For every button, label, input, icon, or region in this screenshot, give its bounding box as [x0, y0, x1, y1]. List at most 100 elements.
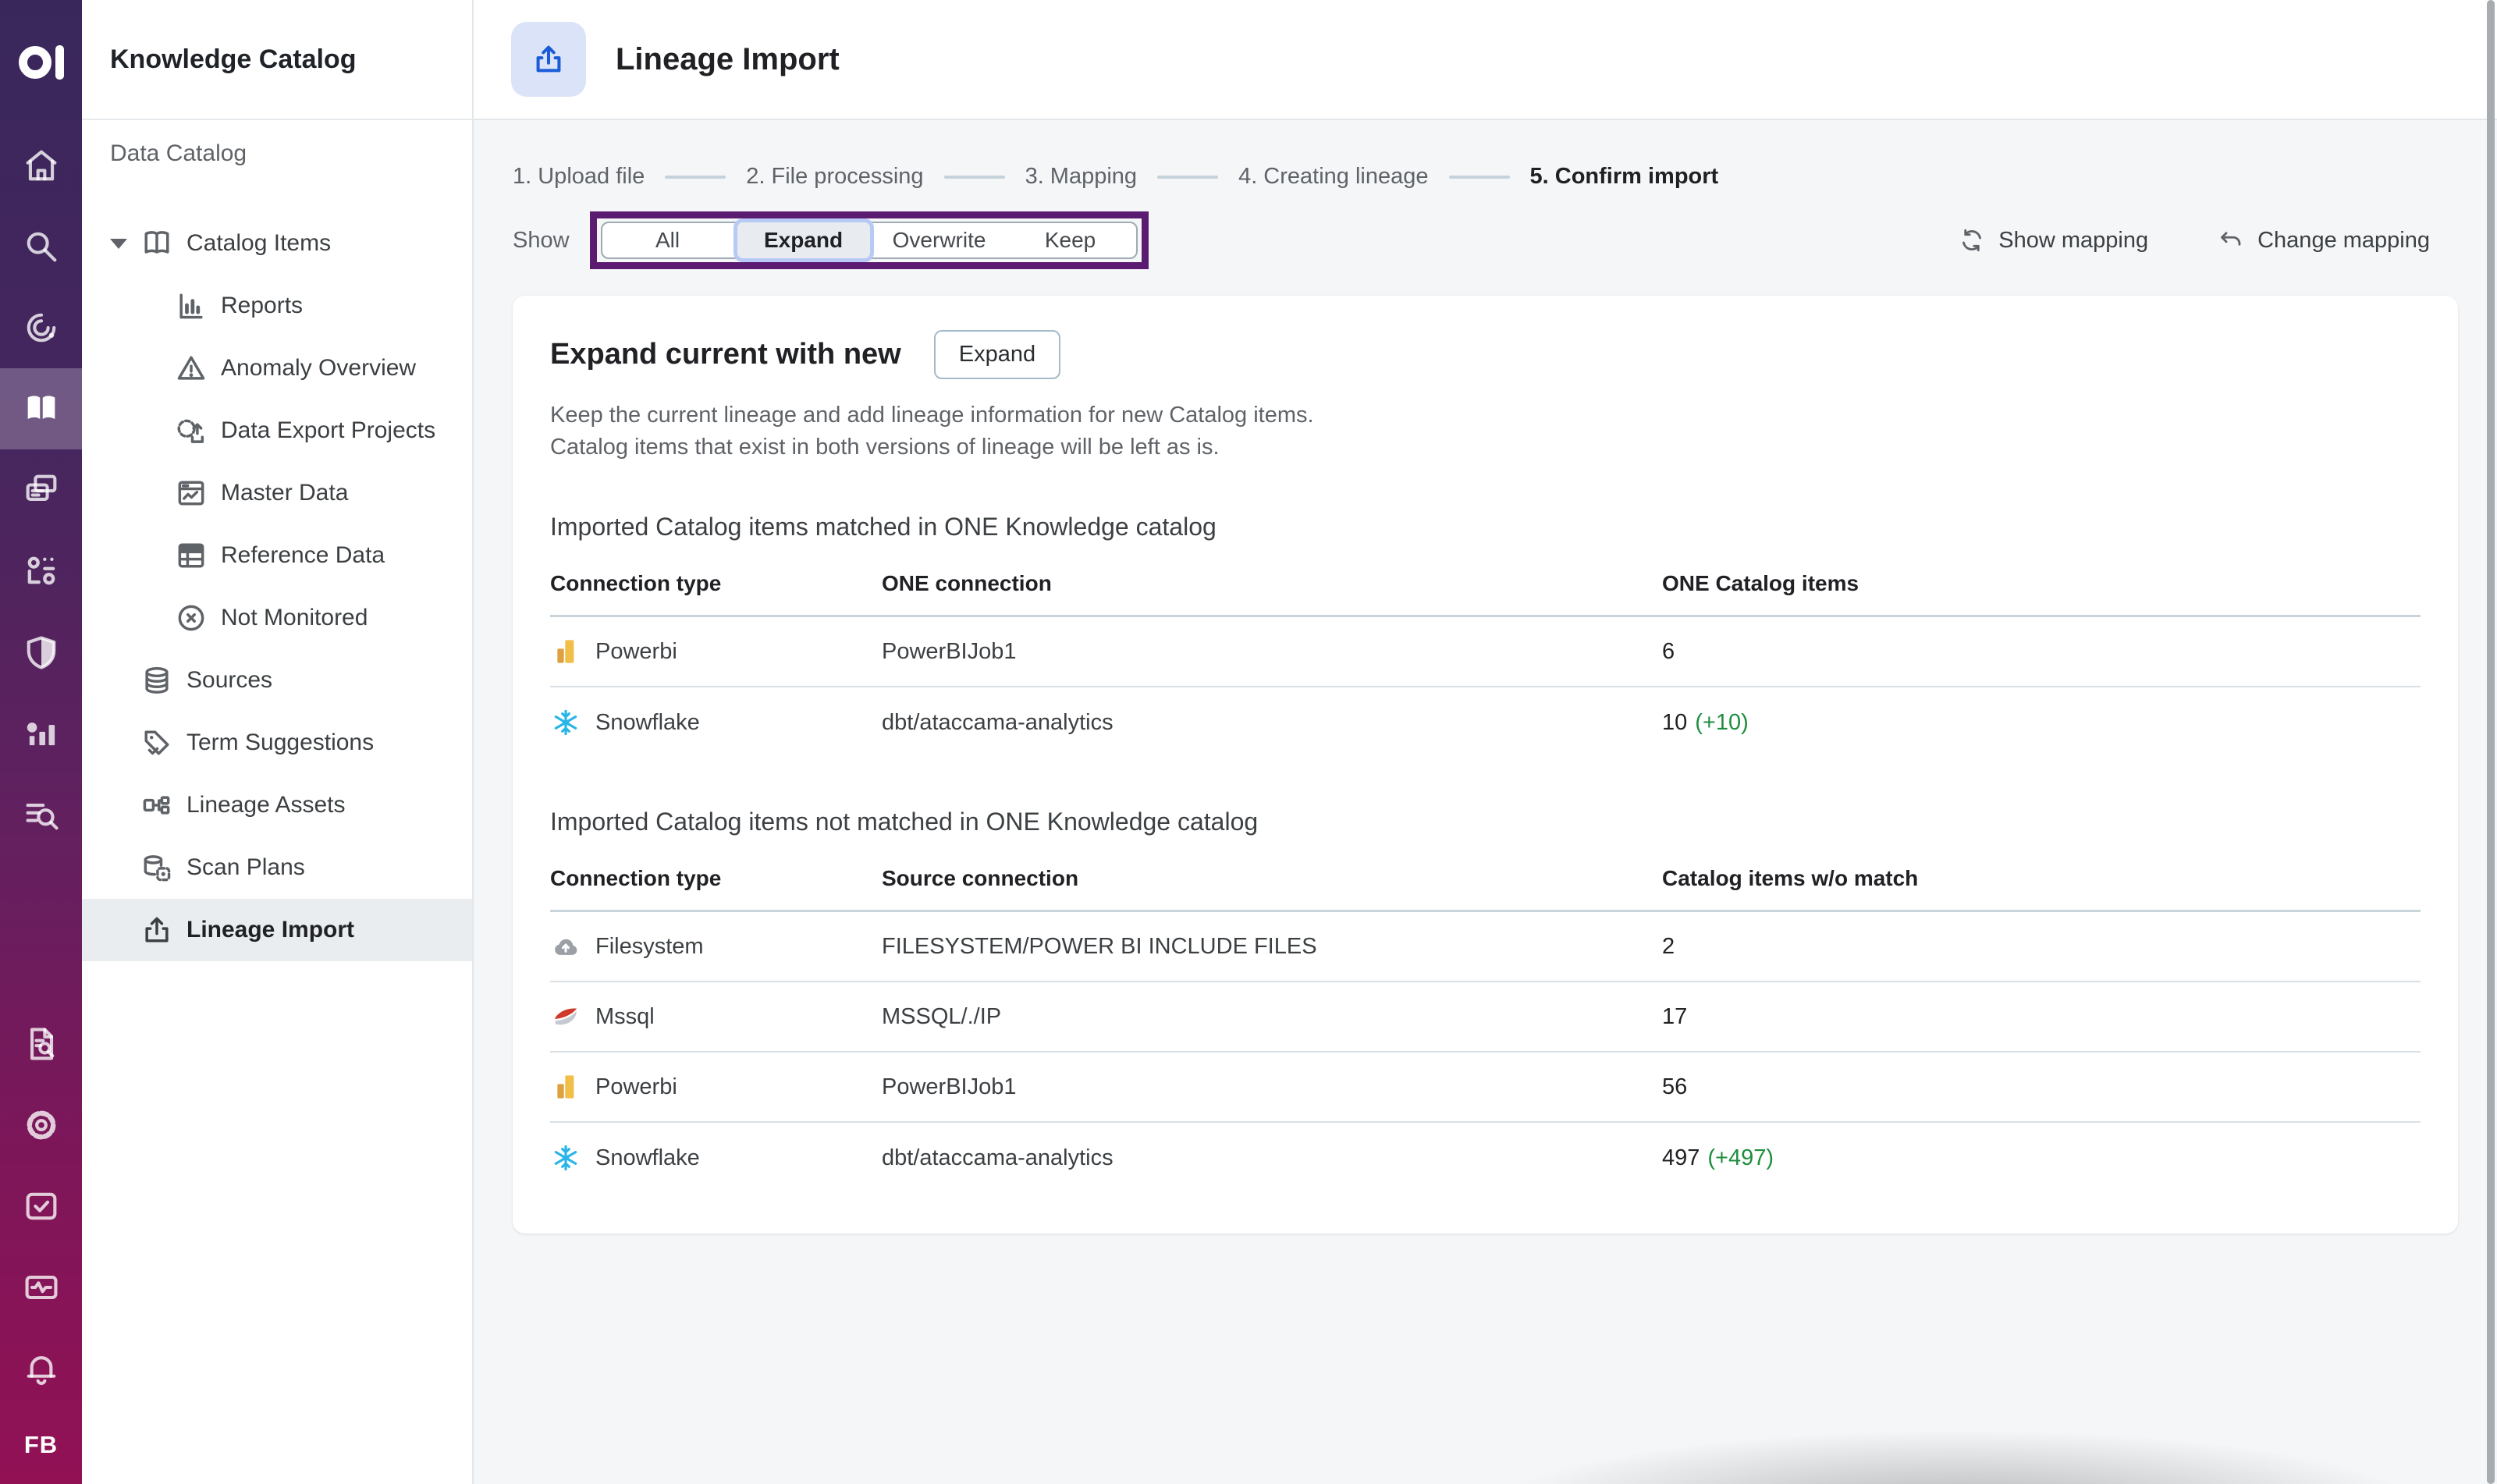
rail-item[interactable]: [21, 794, 62, 835]
matched-table: Connection type ONE connection ONE Catal…: [550, 571, 2421, 758]
catalog-items-cell: 17: [1662, 1004, 2421, 1030]
scrollbar-thumb[interactable]: [2487, 0, 2495, 1484]
table-header-row: Connection type ONE connection ONE Catal…: [550, 571, 2421, 618]
column-header: ONE connection: [882, 571, 1052, 596]
sidebar-item-label: Not Monitored: [221, 605, 368, 630]
connection-type-cell: Snowflake: [550, 1142, 882, 1173]
change-mapping-button[interactable]: Change mapping: [2217, 226, 2430, 254]
master-data-icon: [174, 476, 208, 510]
table-row: Snowflake dbt/ataccama-analytics 10 (+10…: [550, 687, 2421, 758]
connection-type-label: Filesystem: [595, 933, 704, 959]
column-header: Connection type: [550, 571, 722, 596]
sidebar-item-label: Sources: [186, 667, 273, 693]
sidebar-header: Knowledge Catalog: [82, 0, 472, 120]
undo-icon: [2217, 226, 2245, 254]
connection-type-label: Snowflake: [595, 709, 700, 735]
sidebar-tree-item[interactable]: Term Suggestions: [82, 712, 472, 774]
sources-icon: [140, 663, 174, 698]
rail-item[interactable]: [21, 632, 62, 673]
segment-option[interactable]: Expand: [733, 218, 874, 262]
catalog-items-delta: (+10): [1695, 709, 1749, 735]
connection-name: MSSQL/./IP: [882, 1003, 1002, 1029]
annotation-highlight-box: All Expand Overwrite Keep: [589, 211, 1149, 269]
connection-type-label: Powerbi: [595, 1074, 677, 1099]
segment-option-label: Expand: [763, 228, 844, 252]
panel-description-line1: Keep the current lineage and add lineage…: [550, 403, 1314, 428]
sidebar-tree-item[interactable]: Data Export Projects: [82, 399, 472, 462]
snowflake-icon: [550, 707, 581, 738]
sidebar-item-label: Catalog Items: [186, 230, 332, 256]
connection-type-label: Mssql: [595, 1003, 655, 1029]
mssql-icon: [550, 1001, 581, 1032]
sidebar-tree-item[interactable]: Lineage Assets: [82, 774, 472, 836]
show-mapping-label: Show mapping: [1998, 227, 2149, 253]
avatar[interactable]: FB: [24, 1431, 58, 1459]
sidebar-item-label: Reference Data: [221, 542, 385, 568]
rail-item[interactable]: [21, 551, 62, 591]
panel-description-line2: Catalog items that exist in both version…: [550, 434, 1220, 460]
segment-option-label: All: [655, 228, 680, 252]
sidebar-tree-item[interactable]: Catalog Items: [82, 212, 472, 275]
catalog-items-cell: 56: [1662, 1074, 2421, 1100]
audit-icon: [21, 1024, 62, 1064]
catalog-items-cell: 497 (+497): [1662, 1145, 2421, 1171]
sidebar-tree-item[interactable]: Master Data: [82, 462, 472, 524]
connection-type-cell: Snowflake: [550, 707, 882, 738]
sidebar-tree-item[interactable]: Lineage Import: [82, 899, 472, 961]
upload-icon: [531, 41, 567, 77]
column-header: Connection type: [550, 866, 722, 891]
page-header: Lineage Import: [474, 0, 2497, 120]
rail-item[interactable]: [21, 226, 62, 267]
rail-item[interactable]: [21, 1024, 62, 1064]
table-body: Powerbi PowerBIJob1 6 Snowflake dbt/atac…: [550, 617, 2421, 758]
sidebar: Knowledge Catalog Data Catalog Catalog I…: [82, 0, 474, 1484]
lineage-import-icon: [140, 913, 174, 947]
show-filter-label: Show: [513, 227, 570, 253]
step-indicator: 1. Upload file 2. File processing 3. Map…: [513, 164, 2458, 190]
sidebar-tree-item[interactable]: Reference Data: [82, 524, 472, 587]
matched-section-title: Imported Catalog items matched in ONE Kn…: [550, 513, 1217, 541]
connection-type-label: Powerbi: [595, 638, 677, 664]
column-header: Catalog items w/o match: [1662, 866, 1919, 891]
segment-option[interactable]: Overwrite: [874, 222, 1005, 259]
rail-item[interactable]: [21, 1186, 62, 1227]
connection-name: PowerBIJob1: [882, 1074, 1017, 1099]
show-mapping-button[interactable]: Show mapping: [1958, 226, 2148, 254]
catalog-items-count: 17: [1662, 1003, 1688, 1029]
rail-item[interactable]: [21, 307, 62, 348]
sidebar-tree-item[interactable]: Scan Plans: [82, 836, 472, 899]
rail-item[interactable]: [21, 470, 62, 510]
expand-button[interactable]: Expand: [933, 330, 1061, 379]
rail-item[interactable]: [0, 368, 82, 449]
notifications-bell-icon: [21, 1348, 62, 1389]
rail-item[interactable]: [21, 1267, 62, 1308]
sidebar-tree-item[interactable]: Sources: [82, 649, 472, 712]
rail-item[interactable]: [21, 1348, 62, 1389]
confirm-import-card: Expand current with new Expand Keep the …: [513, 296, 2458, 1234]
caret-down-icon[interactable]: [108, 238, 129, 249]
powerbi-icon: [550, 636, 581, 667]
sidebar-tree-item[interactable]: Anomaly Overview: [82, 337, 472, 399]
settings-gear-icon: [21, 1105, 62, 1145]
sync-icon: [1958, 226, 1986, 254]
step-label: 2. File processing: [746, 164, 924, 189]
rail-item[interactable]: [21, 713, 62, 754]
step-connector: [1448, 175, 1510, 179]
connection-type-cell: Filesystem: [550, 931, 882, 962]
sidebar-tree-item[interactable]: Reports: [82, 275, 472, 337]
step-connector: [1157, 175, 1219, 179]
table-body: Filesystem FILESYSTEM/POWER BI INCLUDE F…: [550, 912, 2421, 1193]
catalog-items-count: 6: [1662, 638, 1675, 664]
page-title: Lineage Import: [616, 41, 840, 76]
table-row: Filesystem FILESYSTEM/POWER BI INCLUDE F…: [550, 912, 2421, 983]
sidebar-item-label: Master Data: [221, 480, 349, 506]
segment-option[interactable]: All: [602, 222, 733, 259]
table-row: Powerbi PowerBIJob1 6: [550, 617, 2421, 688]
scan-plans-icon: [140, 850, 174, 885]
step-label: 5. Confirm import: [1529, 164, 1719, 189]
sidebar-tree-item[interactable]: Not Monitored: [82, 587, 472, 649]
data-discovery-icon: [21, 794, 62, 835]
rail-item[interactable]: [21, 1105, 62, 1145]
rail-item[interactable]: [21, 145, 62, 186]
segment-option[interactable]: Keep: [1005, 222, 1136, 259]
